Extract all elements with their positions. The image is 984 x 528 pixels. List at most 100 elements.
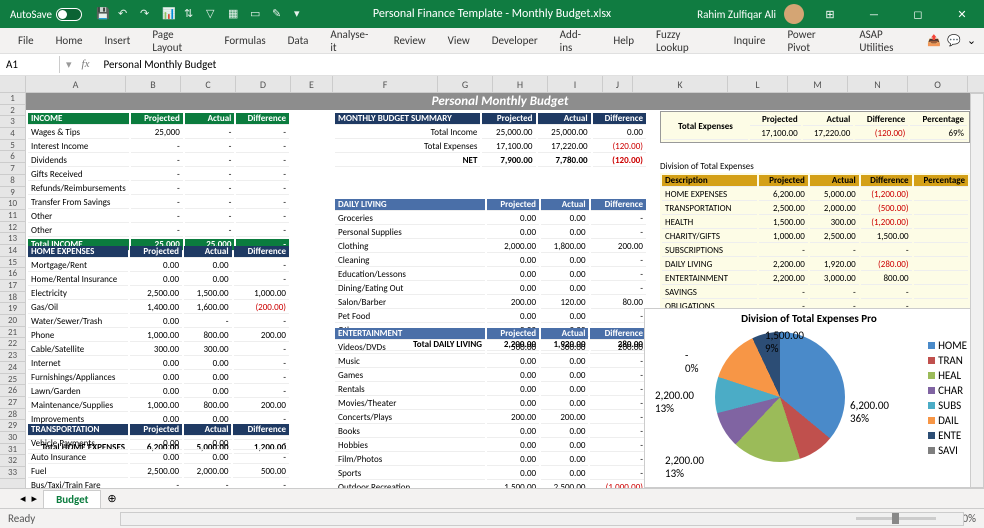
collapse-ribbon-icon[interactable]: ⌄ xyxy=(967,34,976,47)
user-name[interactable]: Rahim Zulfiqar Ali xyxy=(697,8,776,21)
select-all-corner[interactable] xyxy=(0,76,26,92)
tab-home[interactable]: Home xyxy=(46,30,93,51)
col-header[interactable]: K xyxy=(633,76,728,92)
close-icon[interactable]: ✕ xyxy=(944,0,980,28)
col-header[interactable]: L xyxy=(728,76,788,92)
formula-bar[interactable]: Personal Monthly Budget xyxy=(95,56,224,73)
tab-analyse-it[interactable]: Analyse-it xyxy=(320,24,381,58)
row-header[interactable]: 24 xyxy=(0,362,25,374)
grid[interactable]: Personal Monthly Budget INCOMEProjectedA… xyxy=(26,93,984,488)
redo-icon[interactable]: ↷ xyxy=(140,7,154,21)
add-sheet-icon[interactable]: ⊕ xyxy=(107,492,116,505)
avatar[interactable] xyxy=(784,4,804,24)
col-header[interactable]: J xyxy=(603,76,633,92)
undo-icon[interactable]: ↶ xyxy=(118,7,132,21)
format-icon[interactable]: ✎ xyxy=(272,7,286,21)
row-header[interactable]: 15 xyxy=(0,257,25,269)
prev-sheet-icon[interactable]: ◂ xyxy=(20,492,26,505)
name-box-dropdown-icon[interactable]: ▾ xyxy=(66,58,72,71)
row-header[interactable]: 17 xyxy=(0,280,25,292)
row-header[interactable]: 4 xyxy=(0,128,25,140)
col-header[interactable]: G xyxy=(438,76,493,92)
row-header[interactable]: 11 xyxy=(0,210,25,222)
row-header[interactable]: 13 xyxy=(0,233,25,245)
tab-developer[interactable]: Developer xyxy=(482,30,548,51)
col-header[interactable]: C xyxy=(181,76,236,92)
save-icon[interactable]: 💾 xyxy=(96,7,110,21)
tab-fuzzy-lookup[interactable]: Fuzzy Lookup xyxy=(646,24,722,58)
tab-review[interactable]: Review xyxy=(384,30,436,51)
sheet-tab-budget[interactable]: Budget xyxy=(43,490,101,508)
tab-formulas[interactable]: Formulas xyxy=(214,30,275,51)
row-header[interactable]: 23 xyxy=(0,350,25,362)
row-header[interactable]: 22 xyxy=(0,338,25,350)
row-header[interactable]: 21 xyxy=(0,327,25,339)
row-header[interactable]: 2 xyxy=(0,105,25,117)
tab-power-pivot[interactable]: Power Pivot xyxy=(777,24,847,58)
col-header[interactable]: F xyxy=(333,76,438,92)
row-header[interactable]: 30 xyxy=(0,432,25,444)
row-header[interactable]: 1 xyxy=(0,93,25,105)
border-icon[interactable]: ▭ xyxy=(250,7,264,21)
zoom-slider[interactable] xyxy=(856,517,936,520)
pie-chart[interactable]: Division of Total Expenses Pro 1,500.009… xyxy=(644,308,974,488)
row-header[interactable]: 20 xyxy=(0,315,25,327)
row-header[interactable]: 12 xyxy=(0,222,25,234)
sheet-tabs: ◂ ▸ Budget ⊕ xyxy=(0,488,984,508)
tab-page-layout[interactable]: Page Layout xyxy=(142,24,212,58)
row-header[interactable]: 6 xyxy=(0,151,25,163)
col-header[interactable]: A xyxy=(26,76,126,92)
autosave-toggle[interactable]: AutoSave xyxy=(4,6,88,23)
tab-asap-utilities[interactable]: ASAP Utilities xyxy=(849,24,925,58)
dropdown-icon[interactable]: ▾ xyxy=(294,7,308,21)
tab-view[interactable]: View xyxy=(438,30,480,51)
tab-file[interactable]: File xyxy=(8,30,44,51)
row-header[interactable]: 28 xyxy=(0,409,25,421)
table-icon[interactable]: ▦ xyxy=(228,7,242,21)
row-header[interactable]: 3 xyxy=(0,116,25,128)
row-header[interactable]: 7 xyxy=(0,163,25,175)
row-header[interactable]: 18 xyxy=(0,292,25,304)
row-header[interactable]: 32 xyxy=(0,455,25,467)
comments-icon[interactable]: 💬 xyxy=(947,34,961,47)
row-header[interactable]: 33 xyxy=(0,467,25,479)
row-header[interactable]: 5 xyxy=(0,140,25,152)
chart-icon[interactable]: 📊 xyxy=(162,7,176,21)
col-header[interactable]: E xyxy=(291,76,333,92)
toggle-off-icon[interactable] xyxy=(56,8,82,21)
col-header[interactable]: D xyxy=(236,76,291,92)
total-expenses-box: Total ExpensesProjectedActualDifferenceP… xyxy=(660,111,970,143)
row-header[interactable]: 14 xyxy=(0,245,25,257)
row-header[interactable]: 16 xyxy=(0,268,25,280)
col-header[interactable]: O xyxy=(908,76,968,92)
filter-icon[interactable]: ▽ xyxy=(206,7,220,21)
tab-inquire[interactable]: Inquire xyxy=(724,30,776,51)
col-header[interactable]: N xyxy=(848,76,908,92)
document-title: Personal Finance Template - Monthly Budg… xyxy=(373,7,611,21)
name-box[interactable]: A1 xyxy=(0,56,60,73)
row-header[interactable]: 10 xyxy=(0,198,25,210)
tab-help[interactable]: Help xyxy=(603,30,644,51)
row-header[interactable]: 29 xyxy=(0,420,25,432)
tab-insert[interactable]: Insert xyxy=(95,30,141,51)
row-header[interactable]: 25 xyxy=(0,374,25,386)
tab-add-ins[interactable]: Add-ins xyxy=(550,24,602,58)
col-header[interactable]: M xyxy=(788,76,848,92)
row-header[interactable]: 26 xyxy=(0,385,25,397)
tab-data[interactable]: Data xyxy=(278,30,319,51)
vertical-scrollbar[interactable] xyxy=(970,93,984,488)
sheet-area[interactable]: 1234567891011121314151617181920212223242… xyxy=(0,93,984,488)
col-header[interactable]: H xyxy=(493,76,548,92)
next-sheet-icon[interactable]: ▸ xyxy=(32,492,38,505)
sort-icon[interactable]: ⇅ xyxy=(184,7,198,21)
col-header[interactable]: B xyxy=(126,76,181,92)
row-header[interactable]: 19 xyxy=(0,303,25,315)
horizontal-scrollbar[interactable] xyxy=(120,512,964,526)
fx-icon[interactable]: fx xyxy=(82,58,90,71)
col-header[interactable]: I xyxy=(548,76,603,92)
row-header[interactable]: 8 xyxy=(0,175,25,187)
row-header[interactable]: 31 xyxy=(0,444,25,456)
share-icon[interactable]: 📤 xyxy=(927,34,941,47)
row-header[interactable]: 9 xyxy=(0,187,25,199)
row-header[interactable]: 27 xyxy=(0,397,25,409)
